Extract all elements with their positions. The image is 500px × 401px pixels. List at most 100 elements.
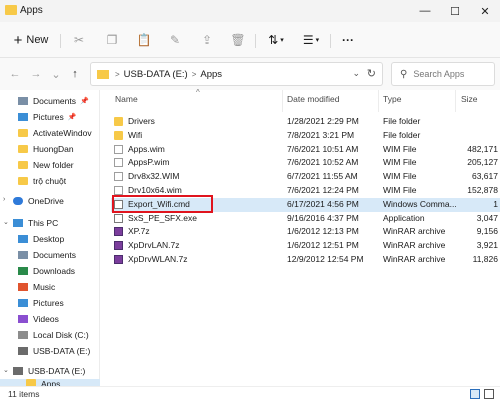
sidebar-item-label: Pictures [33,298,64,308]
file-name: XP.7z [128,226,150,237]
usb-drive-icon [13,367,23,375]
folder-icon [5,5,17,15]
pictures-icon [18,113,28,121]
copy-button[interactable]: ❐ [103,30,121,50]
item-count: 11 items [8,389,40,399]
sidebar-item-label: Videos [33,314,59,324]
column-header-name[interactable]: Name [115,94,138,104]
file-row[interactable]: Drv8x32.WIM 6/7/2021 11:55 AM WIM File 63,6… [111,170,500,184]
file-icon [114,172,123,182]
file-size: 11,826 K [472,254,500,264]
sidebar-item-label: HuongDan [33,144,74,154]
recent-locations-button[interactable]: ⌄ [48,66,64,82]
breadcrumb-apps[interactable]: Apps [200,69,222,80]
sidebar-item-label: This PC [28,218,59,228]
file-size: 152,878 K [467,185,500,195]
folder-icon [18,145,28,153]
up-button[interactable]: ↑ [67,66,83,82]
file-size: 1 K [493,198,500,209]
paste-button[interactable]: 📋 [135,30,153,50]
status-bar: 11 items [0,386,500,401]
sort-icon: ⇅ [268,33,279,47]
more-options-button[interactable]: ··· [338,30,358,50]
chevron-right-icon[interactable]: › [3,196,5,203]
column-divider[interactable] [378,90,379,112]
sidebar-item-this-pc[interactable]: This PC [13,215,113,231]
folder-icon [18,161,28,169]
column-header-type[interactable]: Type [383,94,401,104]
new-button[interactable]: + New [10,30,52,50]
file-row[interactable]: XpDrvLAN.7z 1/6/2012 12:51 PM WinRAR archi… [111,239,500,253]
folder-icon [97,69,109,79]
rename-button[interactable]: ✎ [166,30,184,50]
address-dropdown-icon[interactable]: ⌄ [352,68,360,79]
details-view-button[interactable] [470,389,480,399]
sidebar-item-label: USB-DATA (E:) [33,346,91,356]
folder-icon [114,117,123,126]
file-date-modified: 1/6/2012 12:13 PM [287,226,359,237]
file-row[interactable]: XP.7z 1/6/2012 12:13 PM WinRAR archive 9,15… [111,225,500,239]
sidebar-item-label: Documents [33,96,76,106]
arrow-left-icon: ← [9,68,21,80]
address-bar[interactable]: > USB-DATA (E:) > Apps ⌄ ↻ [90,62,383,86]
sidebar-item-label: Downloads [33,266,76,276]
sidebar-item-label: Music [33,282,56,292]
file-row[interactable]: Wifi 7/8/2021 3:21 PM File folder [111,129,500,143]
file-name: Drv8x32.WIM [128,171,180,182]
usb-drive-icon [18,347,28,355]
file-name: Wifi [128,129,143,140]
breadcrumb-drive[interactable]: USB-DATA (E:) [124,69,188,80]
download-icon [18,267,28,275]
file-type: WIM File [383,143,417,154]
file-date-modified: 12/9/2012 12:54 PM [287,254,364,264]
sidebar-item-usb-data-root[interactable]: USB-DATA (E:) [13,363,113,379]
sidebar-item-onedrive[interactable]: OneDrive [13,193,113,209]
column-divider[interactable] [455,90,456,112]
maximize-button[interactable]: ☐ [440,0,470,22]
video-icon [18,315,28,323]
view-button[interactable]: ☰ ▾ [298,30,324,50]
column-header-size[interactable]: Size [461,94,478,104]
file-type: File folder [383,116,421,126]
file-date-modified: 1/28/2021 2:29 PM [287,116,359,126]
search-icon: ⚲ [400,68,408,80]
file-type: WIM File [383,185,417,195]
file-row[interactable]: AppsP.wim 7/6/2021 10:52 AM WIM File 205,12… [111,156,500,170]
sidebar-item-label: USB-DATA (E:) [28,366,86,376]
application-icon [114,213,123,223]
command-bar: + New ✂ ❐ 📋 ✎ ⇪ 🗑 ⇅ ▾ ☰ ▾ ··· [0,22,500,58]
documents-icon [18,251,28,259]
file-row[interactable]: SxS_PE_SFX.exe 9/16/2016 4:37 PM Applicati… [111,212,500,226]
sort-button[interactable]: ⇅ ▾ [264,30,288,50]
close-button[interactable]: ✕ [470,0,500,22]
column-divider[interactable] [282,90,283,112]
file-date-modified: 7/6/2021 10:52 AM [287,157,359,168]
cut-button[interactable]: ✂ [70,30,88,50]
column-header-date[interactable]: Date modified [287,94,339,104]
file-date-modified: 7/8/2021 3:21 PM [287,129,355,140]
file-row[interactable]: Apps.wim 7/6/2021 10:51 AM WIM File 482,171… [111,143,500,157]
minimize-button[interactable]: — [410,0,440,22]
back-button[interactable]: ← [7,66,23,82]
sidebar-item-label: Desktop [33,234,65,244]
chevron-down-icon[interactable]: ⌄ [3,218,9,226]
file-row[interactable]: Drivers 1/28/2021 2:29 PM File folder [111,115,500,129]
file-type: Windows Comma... [383,198,457,209]
forward-button[interactable]: → [28,66,44,82]
copy-icon: ❐ [106,33,118,47]
file-row[interactable]: XpDrvWLAN.7z 12/9/2012 12:54 PM WinRAR arc… [111,253,500,267]
large-icons-view-button[interactable] [484,389,494,399]
trash-icon: 🗑 [230,33,246,47]
refresh-icon[interactable]: ↻ [367,67,376,80]
file-type: WIM File [383,157,417,168]
sidebar-item-label: ActivateWindov [33,128,92,138]
file-icon [114,144,123,154]
file-name: XpDrvLAN.7z [128,240,180,251]
chevron-down-icon[interactable]: ⌄ [3,366,9,374]
search-box[interactable]: ⚲ Search Apps [391,62,495,86]
file-size: 9,156 K [476,226,500,237]
delete-button[interactable]: 🗑 [229,30,247,50]
sidebar-item-label: Local Disk (C:) [33,330,89,340]
share-button[interactable]: ⇪ [198,30,216,50]
documents-icon [18,97,28,105]
